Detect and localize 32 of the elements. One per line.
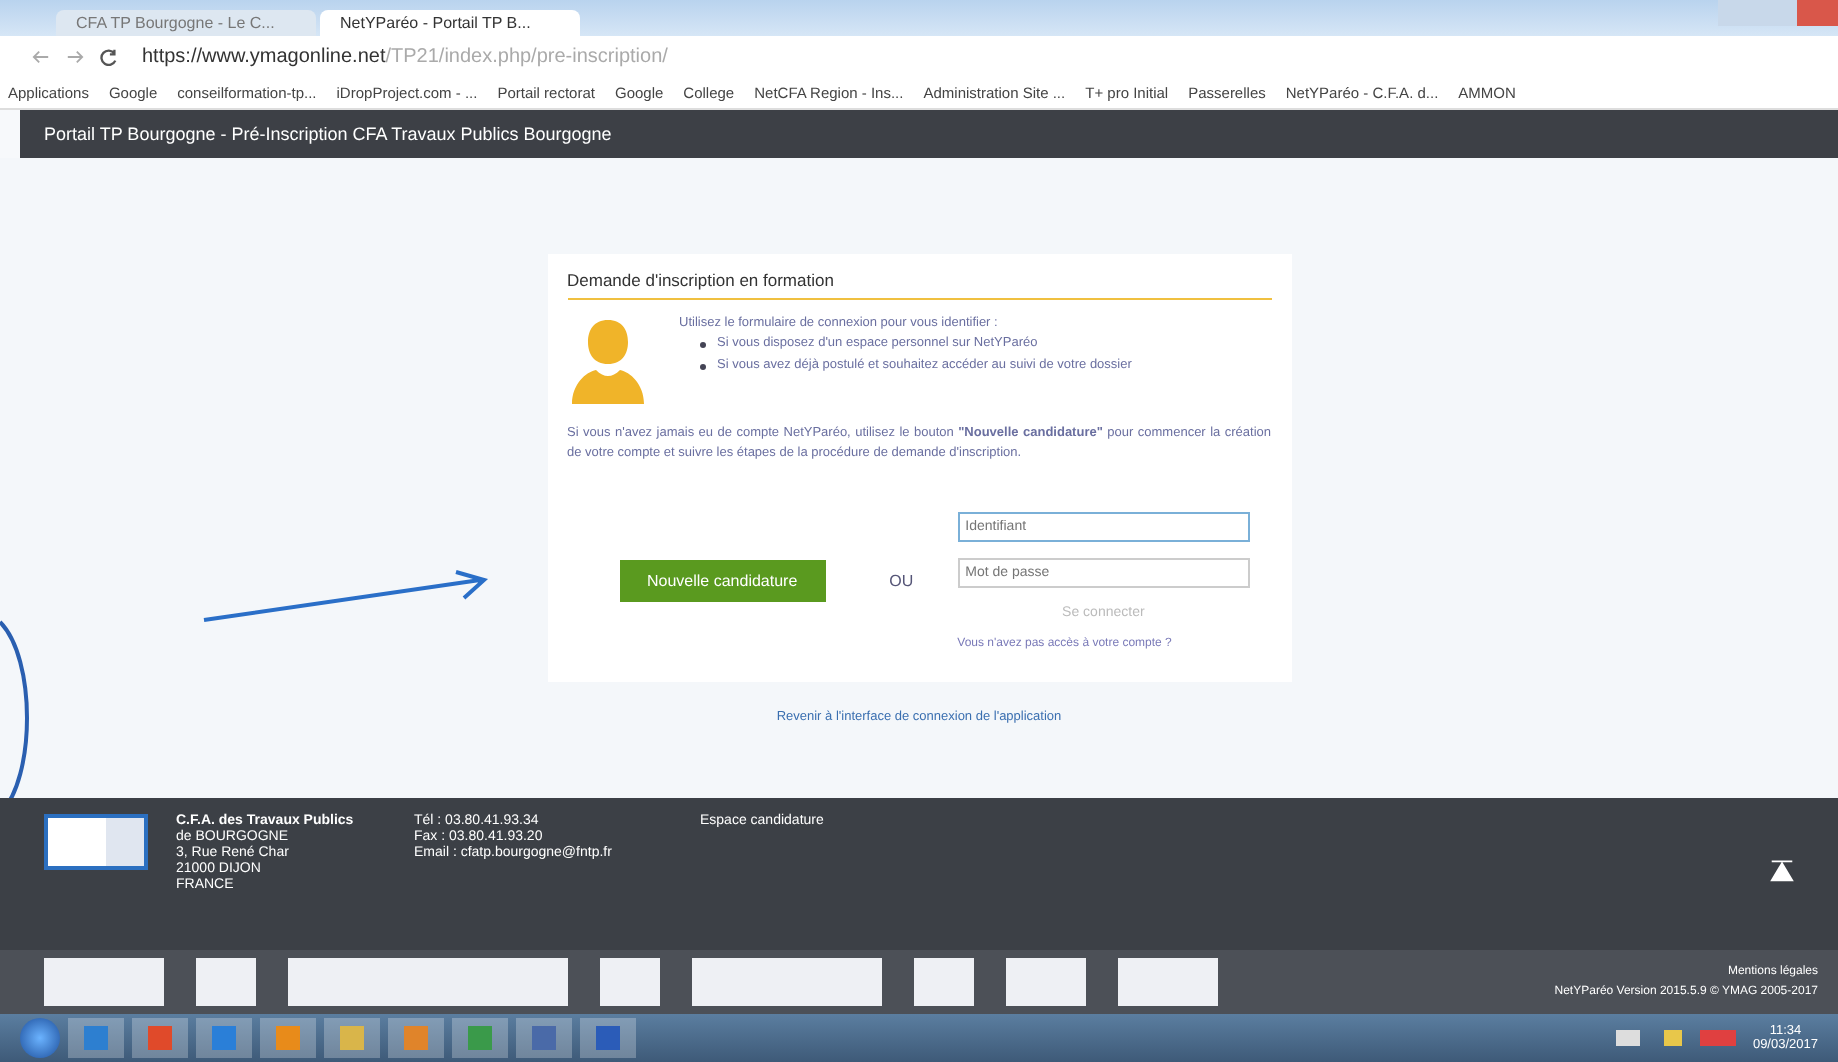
back-to-top-icon[interactable]: [1770, 858, 1794, 882]
taskbar-app-icon[interactable]: [516, 1018, 572, 1058]
forward-icon[interactable]: [66, 47, 84, 65]
partner-logo: [1118, 958, 1218, 1006]
taskbar-app-icon[interactable]: [324, 1018, 380, 1058]
browser-tab[interactable]: NetYParéo - Portail TP B...: [320, 10, 580, 36]
taskbar-app-icon[interactable]: [452, 1018, 508, 1058]
partner-logo: [914, 958, 974, 1006]
taskbar-app-icon[interactable]: [68, 1018, 124, 1058]
partner-logo: [1006, 958, 1086, 1006]
bullet-icon: [699, 364, 705, 371]
browser-tab[interactable]: CFA TP Bourgogne - Le C...: [56, 10, 316, 36]
partner-logo: [44, 958, 164, 1006]
cfa-logo: [44, 814, 148, 870]
header-title: Portail TP Bourgogne - Pré-Inscription CFA Travaux Publics Bourgogne: [44, 124, 612, 144]
taskbar-app-icon[interactable]: [580, 1018, 636, 1058]
reload-icon[interactable]: [100, 47, 118, 65]
taskbar-app-icon[interactable]: [260, 1018, 316, 1058]
user-silhouette-icon: [567, 316, 647, 404]
back-icon[interactable]: [32, 47, 50, 65]
taskbar-app-icon[interactable]: [196, 1018, 252, 1058]
partner-logo: [600, 958, 660, 1006]
card-title: Demande d'inscription en formation: [567, 270, 1271, 300]
start-button[interactable]: [20, 1018, 60, 1058]
bullet-icon: [699, 341, 705, 348]
system-tray-icon[interactable]: [1616, 1030, 1737, 1046]
taskbar-app-icon[interactable]: [388, 1018, 444, 1058]
or-label: OU: [889, 571, 914, 589]
partner-logo: [196, 958, 256, 1006]
taskbar-app-icon[interactable]: [132, 1018, 188, 1058]
window-controls-icon[interactable]: [1718, 0, 1838, 26]
address-field[interactable]: https://www.ymagonline.net/TP21/index.php/pre-inscription/: [134, 45, 676, 67]
